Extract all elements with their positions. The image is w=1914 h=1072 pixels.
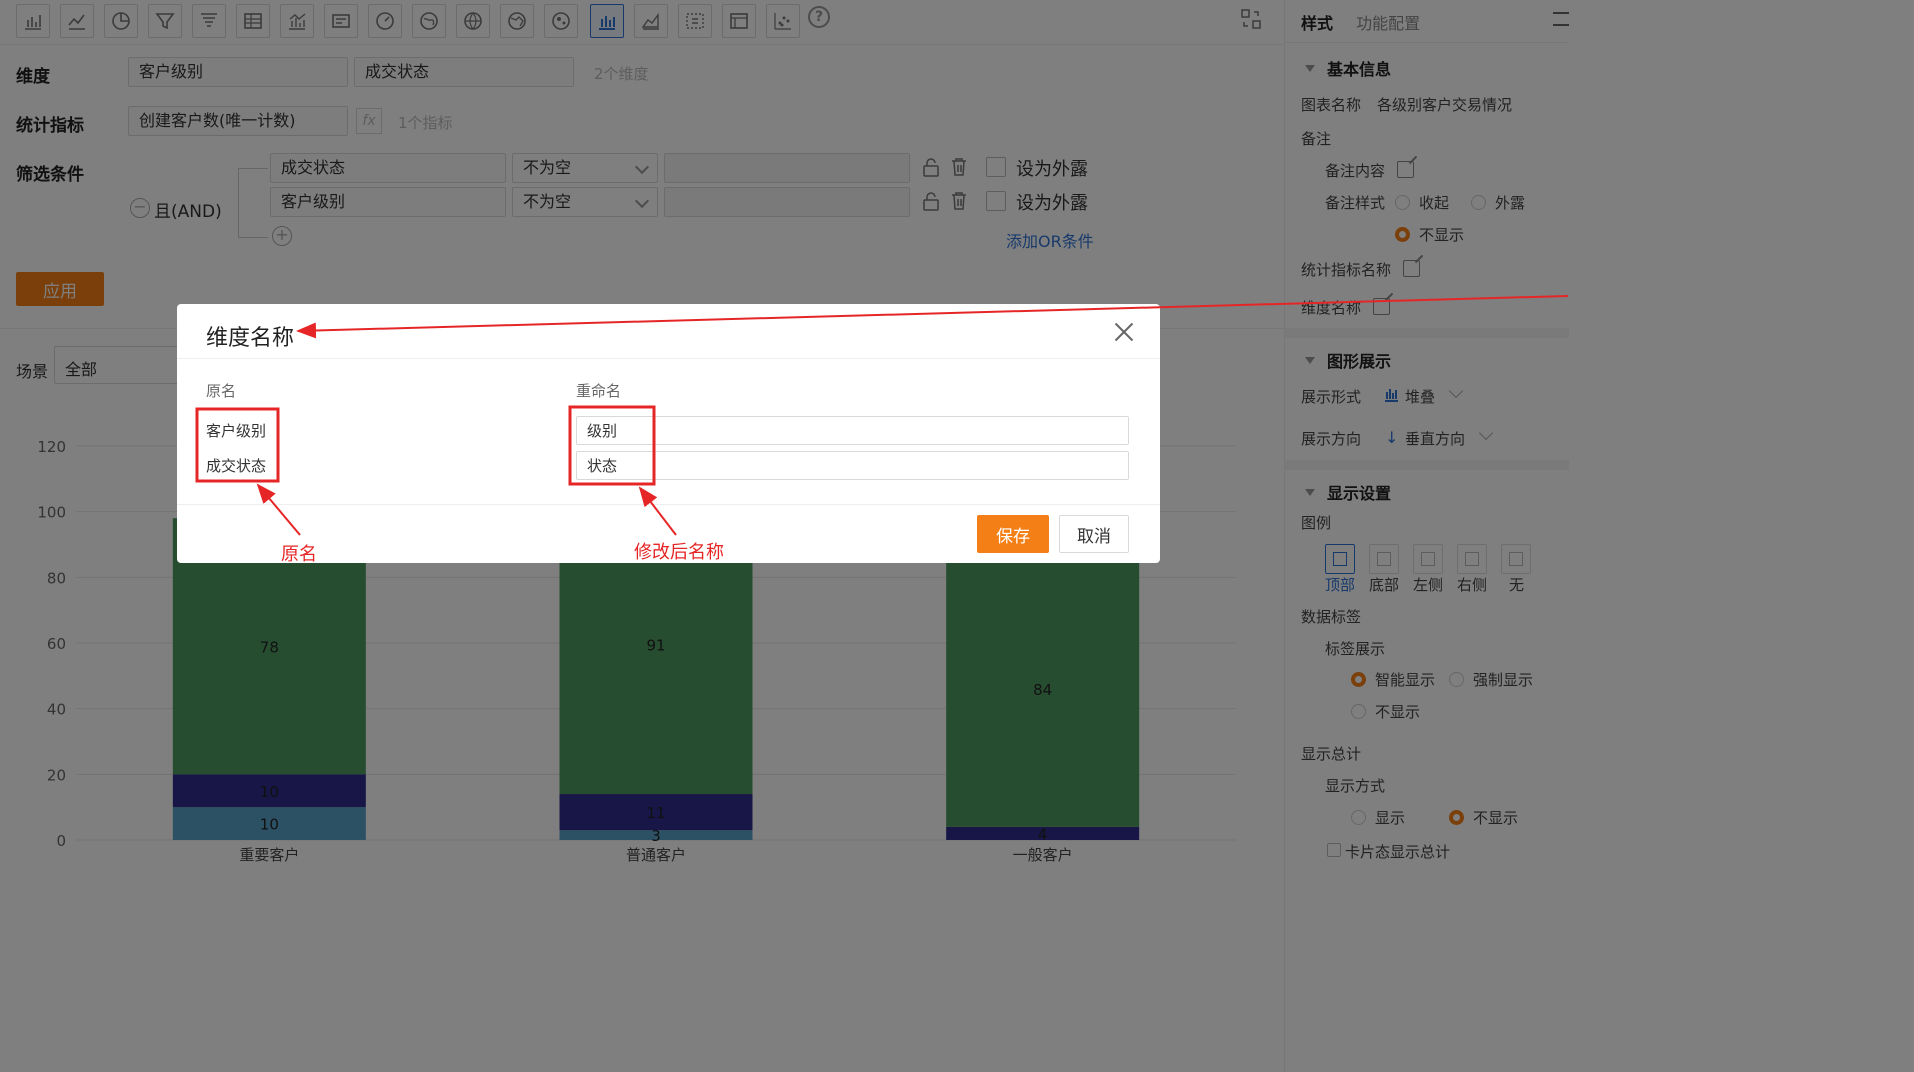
highlight-rename-box bbox=[568, 405, 656, 486]
annotation-layer bbox=[195, 295, 1569, 536]
arrow-to-dialog-title bbox=[296, 295, 1569, 339]
annotation-original: 原名 bbox=[281, 544, 317, 565]
highlight-original-box bbox=[195, 407, 280, 483]
annotation-renamed: 修改后名称 bbox=[634, 542, 724, 563]
arrow-to-rename bbox=[638, 486, 677, 536]
arrow-to-original bbox=[256, 483, 301, 536]
